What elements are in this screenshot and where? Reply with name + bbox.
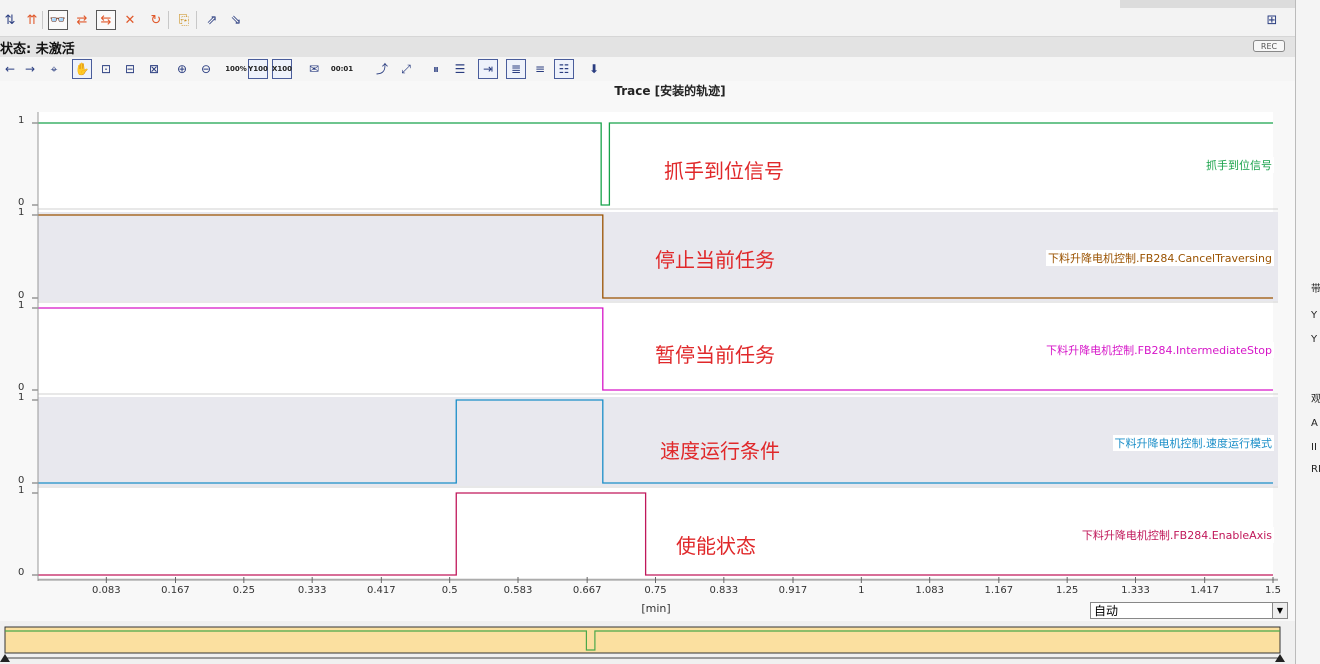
series-annotation: 停止当前任务 [655, 248, 775, 272]
right-panel-label: 观 [1311, 394, 1320, 405]
series-annotation: 抓手到位信号 [664, 159, 784, 183]
x-tick-label: 1.083 [915, 585, 944, 596]
chevron-down-icon[interactable]: ▼ [1272, 603, 1287, 618]
x-tick-label: 0.583 [503, 585, 533, 596]
right-panel-label: 带 [1311, 284, 1320, 295]
x-tick-label: 0.333 [297, 585, 327, 596]
right-panel-label: A [1311, 418, 1318, 429]
y-tick-label: 0 [18, 567, 25, 578]
y-tick-label: 1 [18, 485, 25, 496]
right-panel-label: II [1311, 442, 1317, 453]
overview-strip[interactable] [0, 621, 1295, 664]
mode-select[interactable]: 自动 ▼ [1090, 602, 1288, 619]
x-tick-label: 0.917 [778, 585, 808, 596]
x-tick-label: 0.25 [232, 585, 255, 596]
x-tick-label: 0.083 [92, 585, 121, 596]
x-axis-unit: [min] [641, 602, 671, 615]
series-legend: 下料升降电机控制.FB284.EnableAxis [1079, 527, 1274, 544]
x-tick-label: 1.333 [1121, 585, 1150, 596]
series-annotation: 速度运行条件 [660, 439, 780, 463]
x-tick-label: 1.25 [1056, 585, 1079, 596]
mode-select-value: 自动 [1094, 604, 1119, 618]
right-panel-label: Y [1311, 310, 1318, 321]
x-tick-label: 0.667 [572, 585, 602, 596]
x-tick-label: 0.833 [709, 585, 739, 596]
x-tick-label: 0.167 [161, 585, 190, 596]
lane-shading [38, 397, 1278, 486]
series-legend: 下料升降电机控制.FB284.CancelTraversing [1045, 249, 1274, 266]
x-tick-label: 1.167 [984, 585, 1014, 596]
y-tick-label: 1 [18, 115, 25, 126]
x-tick-label: 0.417 [367, 585, 396, 596]
right-panel [1295, 0, 1320, 664]
x-tick-label: 1.417 [1190, 585, 1219, 596]
series-legend: 下料升降电机控制.FB284.IntermediateStop [1044, 342, 1274, 359]
series-annotation: 暂停当前任务 [655, 343, 775, 367]
x-tick-label: 0.75 [644, 585, 667, 596]
x-tick-label: 1 [858, 585, 865, 596]
series-annotation: 使能状态 [676, 534, 756, 558]
x-tick-label: 1.5 [1265, 585, 1281, 596]
x-tick-label: 0.5 [441, 585, 458, 596]
series-legend: 抓手到位信号 [1204, 157, 1274, 174]
right-panel-label: RM [1311, 464, 1320, 475]
y-tick-label: 1 [18, 300, 25, 311]
y-tick-label: 1 [18, 207, 25, 218]
right-panel-label: Y [1311, 334, 1318, 345]
series-legend: 下料升降电机控制.速度运行模式 [1112, 434, 1274, 451]
y-tick-label: 1 [18, 392, 25, 403]
